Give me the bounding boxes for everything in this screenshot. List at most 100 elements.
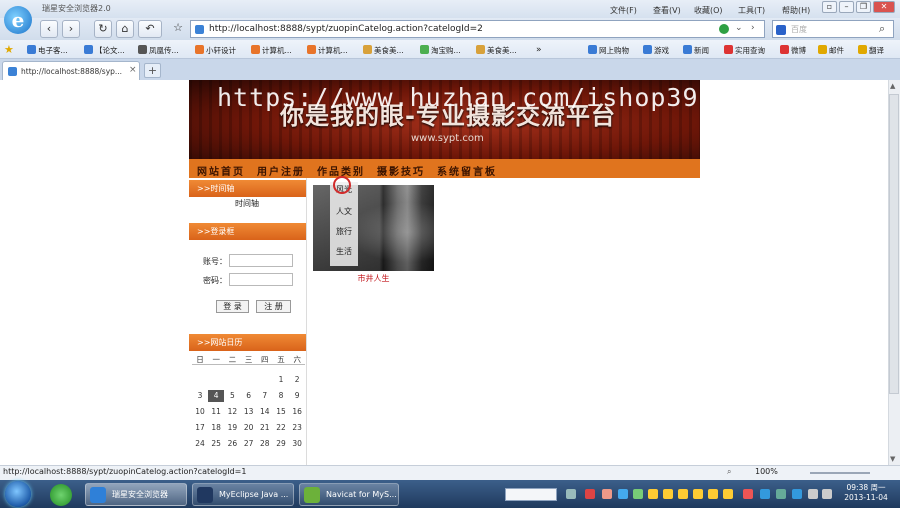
calendar-day[interactable]: 12 — [224, 406, 240, 418]
minimize-button[interactable]: – — [839, 1, 854, 13]
taskbar-search-input[interactable] — [505, 488, 557, 501]
close-window-button[interactable]: ✕ — [873, 1, 895, 13]
favorite-item[interactable]: 计算机... — [307, 45, 348, 56]
zoom-slider[interactable] — [810, 472, 870, 474]
search-icon[interactable]: ⌕ — [879, 22, 885, 36]
nav-tips[interactable]: 摄影技巧 — [377, 163, 425, 178]
menu-file[interactable]: 文件(F) — [610, 5, 637, 16]
calendar-day[interactable]: 17 — [192, 422, 208, 434]
calendar-day[interactable]: 9 — [289, 390, 305, 402]
calendar-day[interactable]: 14 — [257, 406, 273, 418]
favorite-item[interactable]: 电子客... — [27, 45, 68, 56]
calendar-day-today[interactable]: 4 — [208, 390, 225, 402]
taskbar-button-navicat[interactable]: Navicat for MyS... — [299, 483, 399, 506]
tray-icon[interactable] — [648, 489, 658, 499]
taskbar-button-browser[interactable]: 瑞星安全浏览器 — [85, 483, 187, 506]
calendar-day[interactable]: 20 — [241, 422, 257, 434]
calendar-day[interactable]: 15 — [273, 406, 289, 418]
tray-icon[interactable] — [566, 489, 576, 499]
menu-tools[interactable]: 工具(T) — [738, 5, 765, 16]
calendar-day[interactable]: 6 — [241, 390, 257, 402]
calendar-day[interactable]: 2 — [289, 374, 305, 386]
tray-icon[interactable] — [663, 489, 673, 499]
scroll-down-icon[interactable]: ▼ — [890, 455, 895, 463]
calendar-day[interactable]: 1 — [273, 374, 289, 386]
scroll-up-icon[interactable]: ▲ — [890, 82, 895, 90]
tray-icon[interactable] — [618, 489, 628, 499]
tray-icon[interactable] — [723, 489, 733, 499]
tray-icon[interactable] — [776, 489, 786, 499]
clock[interactable]: 09:38 周一 2013-11-04 — [836, 483, 896, 503]
tray-icon[interactable] — [743, 489, 753, 499]
nav-guestbook[interactable]: 系统留言板 — [437, 163, 497, 178]
favorite-item[interactable]: 翻译 — [858, 45, 884, 56]
photo-caption[interactable]: 市井人生 — [313, 273, 434, 284]
back-button[interactable]: ‹ — [40, 20, 58, 38]
calendar-day[interactable]: 8 — [273, 390, 289, 402]
menu-help[interactable]: 帮助(H) — [782, 5, 810, 16]
favorite-item[interactable]: 美食美... — [476, 45, 517, 56]
account-input[interactable] — [229, 254, 293, 267]
forward-button[interactable]: › — [62, 20, 80, 38]
add-favorite-star-icon[interactable]: ☆ — [169, 20, 187, 38]
taskbar-button-myeclipse[interactable]: MyEclipse Java ... — [192, 483, 294, 506]
zoom-icon[interactable]: ⌕ — [727, 467, 731, 477]
category-item-travel[interactable]: 旅行 — [330, 226, 358, 237]
tray-icon[interactable] — [678, 489, 688, 499]
calendar-day[interactable]: 29 — [273, 438, 289, 450]
tray-icon[interactable] — [585, 489, 595, 499]
favorites-star-icon[interactable]: ★ — [4, 43, 14, 56]
network-icon[interactable] — [808, 489, 818, 499]
restore-small-button[interactable]: ▫ — [822, 1, 837, 13]
favorite-item[interactable]: 凤凰传... — [138, 45, 179, 56]
favorite-item[interactable]: 新闻 — [683, 45, 709, 56]
calendar-day[interactable]: 23 — [289, 422, 305, 434]
search-box[interactable]: 百度 ⌕ — [772, 20, 894, 38]
home-button[interactable]: ⌂ — [116, 20, 134, 38]
calendar-day[interactable]: 24 — [192, 438, 208, 450]
zoom-level[interactable]: 100% — [755, 467, 778, 476]
calendar-day[interactable]: 7 — [257, 390, 273, 402]
address-url[interactable]: http://localhost:8888/sypt/zuopinCatelog… — [209, 24, 483, 34]
favorite-item[interactable]: 实用查询 — [724, 45, 765, 56]
favorite-item[interactable]: 小轩设计 — [195, 45, 236, 56]
favorite-item[interactable]: 【论文... — [84, 45, 125, 56]
category-item-people[interactable]: 人文 — [330, 206, 358, 217]
tray-icon[interactable] — [708, 489, 718, 499]
calendar-day[interactable]: 30 — [289, 438, 305, 450]
calendar-day[interactable]: 10 — [192, 406, 208, 418]
scrollbar-thumb[interactable] — [889, 94, 899, 394]
volume-icon[interactable] — [822, 489, 832, 499]
address-dropdown-icon[interactable]: ⌄ — [735, 23, 743, 33]
favorite-item[interactable]: 美食美... — [363, 45, 404, 56]
favorite-item[interactable]: 游戏 — [643, 45, 669, 56]
calendar-day[interactable]: 25 — [208, 438, 224, 450]
tray-icon[interactable] — [693, 489, 703, 499]
register-button[interactable]: 注 册 — [256, 300, 291, 313]
calendar-day[interactable]: 21 — [257, 422, 273, 434]
tab-close-icon[interactable]: × — [129, 65, 137, 75]
menu-favorites[interactable]: 收藏(O) — [694, 5, 723, 16]
favorite-item[interactable]: 网上购物 — [588, 45, 629, 56]
tray-icon[interactable] — [633, 489, 643, 499]
maximize-button[interactable]: ❐ — [856, 1, 871, 13]
calendar-day[interactable]: 19 — [224, 422, 240, 434]
refresh-button[interactable]: ↻ — [94, 20, 112, 38]
login-button[interactable]: 登 录 — [216, 300, 249, 313]
tray-icon[interactable] — [792, 489, 802, 499]
favorite-item[interactable]: 邮件 — [818, 45, 844, 56]
calendar-day[interactable]: 5 — [224, 390, 240, 402]
tray-icon[interactable] — [760, 489, 770, 499]
tab-active[interactable]: http://localhost:8888/syp... × — [2, 61, 140, 80]
favorite-item[interactable]: 计算机... — [251, 45, 292, 56]
nav-home[interactable]: 网站首页 — [197, 163, 245, 178]
nav-register[interactable]: 用户注册 — [257, 163, 305, 178]
favorite-item[interactable]: 淘宝购... — [420, 45, 461, 56]
favorites-more-button[interactable]: » — [536, 45, 542, 55]
calendar-day[interactable]: 11 — [208, 406, 224, 418]
calendar-day[interactable]: 18 — [208, 422, 224, 434]
category-item-life[interactable]: 生活 — [330, 246, 358, 257]
menu-view[interactable]: 查看(V) — [653, 5, 681, 16]
go-arrow-icon[interactable]: › — [751, 23, 755, 33]
calendar-day[interactable]: 16 — [289, 406, 305, 418]
